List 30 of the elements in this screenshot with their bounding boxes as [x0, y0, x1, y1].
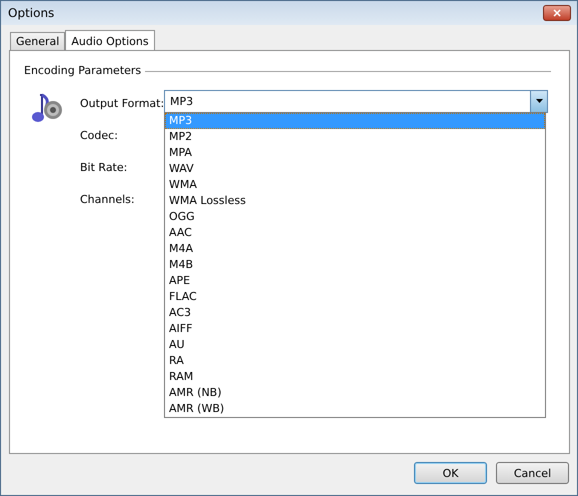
dropdown-option[interactable]: RAM	[165, 369, 545, 385]
dropdown-option[interactable]: RA	[165, 353, 545, 369]
dropdown-option[interactable]: WMA	[165, 177, 545, 193]
dropdown-option[interactable]: WAV	[165, 161, 545, 177]
window-title: Options	[8, 6, 54, 20]
dropdown-option[interactable]: AU	[165, 337, 545, 353]
dropdown-option[interactable]: MPA	[165, 145, 545, 161]
field-label: Output Format:	[80, 96, 164, 110]
dropdown-option[interactable]: AC3	[165, 305, 545, 321]
output-format-dropdown[interactable]: MP3	[164, 90, 548, 112]
dropdown-option[interactable]: AAC	[165, 225, 545, 241]
dropdown-option[interactable]: WMA Lossless	[165, 193, 545, 209]
tab[interactable]: General	[10, 32, 66, 50]
tab[interactable]: Audio Options	[65, 30, 155, 51]
field-label: Channels:	[80, 192, 136, 206]
dropdown-option[interactable]: AMR (NB)	[165, 385, 545, 401]
dropdown-option[interactable]: MP2	[165, 129, 545, 145]
field-label: Bit Rate:	[80, 160, 128, 174]
dropdown-option[interactable]: M4A	[165, 241, 545, 257]
ok-button[interactable]: OK	[414, 462, 487, 484]
dropdown-option[interactable]: AIFF	[165, 321, 545, 337]
field-label: Codec:	[80, 128, 119, 142]
dropdown-option[interactable]: AMR (WB)	[165, 401, 545, 417]
dropdown-option[interactable]: APE	[165, 273, 545, 289]
music-speaker-icon	[30, 91, 64, 125]
dropdown-option[interactable]: M4B	[165, 257, 545, 273]
dropdown-option[interactable]: FLAC	[165, 289, 545, 305]
group-title: Encoding Parameters	[24, 64, 142, 77]
dropdown-option[interactable]: OGG	[165, 209, 545, 225]
cancel-button[interactable]: Cancel	[496, 462, 569, 484]
